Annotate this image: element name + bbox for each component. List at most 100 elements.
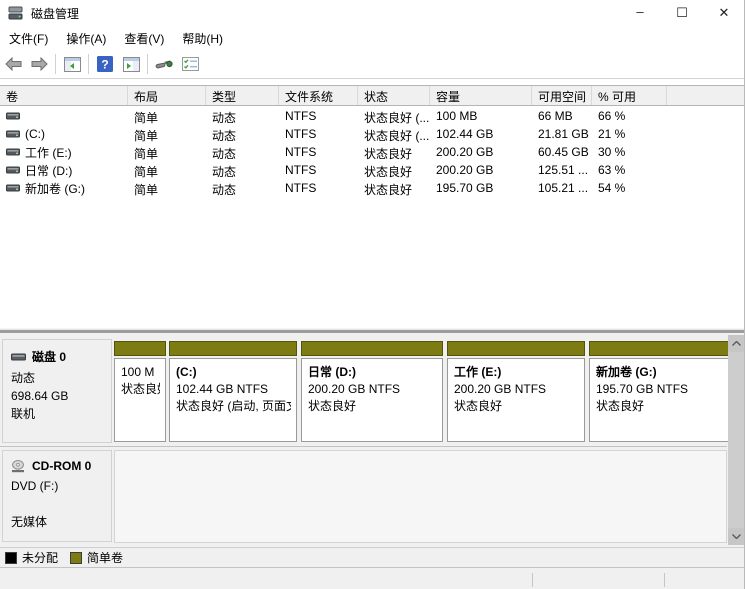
menu-view[interactable]: 查看(V) (115, 27, 173, 50)
volume-status: 状态良好 (358, 179, 430, 197)
column-header-volume[interactable]: 卷 (0, 86, 128, 105)
partition-color-bar (114, 341, 166, 356)
disk-0-row: 磁盘 0 动态 698.64 GB 联机 100 M 状态良好 (0, 337, 727, 447)
column-header-layout[interactable]: 布局 (128, 86, 206, 105)
close-button[interactable]: ✕ (703, 0, 745, 26)
partition-e[interactable]: 工作 (E:) 200.20 GB NTFS 状态良好 (447, 341, 585, 444)
partition-status: 状态良好 (308, 398, 437, 415)
volume-name: 新加卷 (G:) (25, 180, 85, 197)
disk-status: 联机 (11, 405, 111, 423)
status-bar (0, 568, 745, 589)
legend-bar: 未分配 简单卷 (0, 547, 745, 568)
volume-pctfree: 30 % (592, 143, 667, 161)
disk-management-window: 磁盘管理 – ☐ ✕ 文件(F) 操作(A) 查看(V) 帮助(H) (0, 0, 745, 589)
legend-item-unallocated: 未分配 (5, 549, 58, 566)
partition-c[interactable]: (C:) 102.44 GB NTFS 状态良好 (启动, 页面文 (169, 341, 297, 444)
menu-file[interactable]: 文件(F) (0, 27, 57, 50)
volume-status: 状态良好 (358, 161, 430, 179)
checklist-icon[interactable] (177, 52, 203, 76)
forward-icon[interactable] (26, 52, 52, 76)
partition-size: 100 M (121, 364, 160, 381)
volume-pctfree: 66 % (592, 107, 667, 125)
unallocated-swatch (5, 552, 17, 564)
volume-layout: 简单 (128, 125, 206, 143)
toolbar-separator (55, 54, 56, 74)
cdrom-media-status: 无媒体 (11, 513, 111, 531)
legend-label: 简单卷 (87, 549, 123, 566)
volume-freespace: 105.21 ... (532, 179, 592, 197)
volume-freespace: 66 MB (532, 107, 592, 125)
table-row[interactable]: 新加卷 (G:) 简单 动态 NTFS 状态良好 195.70 GB 105.2… (0, 179, 745, 197)
table-row[interactable]: 日常 (D:) 简单 动态 NTFS 状态良好 200.20 GB 125.51… (0, 161, 745, 179)
partition-d[interactable]: 日常 (D:) 200.20 GB NTFS 状态良好 (301, 341, 443, 444)
show-console-tree-icon[interactable] (59, 52, 85, 76)
column-header-capacity[interactable]: 容量 (430, 86, 532, 105)
column-header-type[interactable]: 类型 (206, 86, 279, 105)
volume-table-header: 卷 布局 类型 文件系统 状态 容量 可用空间 % 可用 (0, 85, 745, 106)
disk-type: 动态 (11, 369, 111, 387)
disk-tool-icon[interactable] (151, 52, 177, 76)
volume-type: 动态 (206, 107, 279, 125)
partition-size: 102.44 GB NTFS (176, 381, 291, 398)
volume-layout: 简单 (128, 161, 206, 179)
table-row[interactable]: 工作 (E:) 简单 动态 NTFS 状态良好 200.20 GB 60.45 … (0, 143, 745, 161)
volume-name: 日常 (D:) (25, 162, 72, 179)
legend-label: 未分配 (22, 549, 58, 566)
cdrom-drive: DVD (F:) (11, 477, 111, 495)
cdrom-name: CD-ROM 0 (32, 459, 91, 473)
volume-icon (6, 148, 20, 156)
column-header-filler (667, 86, 745, 105)
partition-name: 新加卷 (G:) (596, 364, 723, 381)
column-header-status[interactable]: 状态 (358, 86, 430, 105)
volume-icon (6, 184, 20, 192)
partition-status: 状态良好 (121, 381, 160, 398)
table-row[interactable]: (C:) 简单 动态 NTFS 状态良好 (... 102.44 GB 21.8… (0, 125, 745, 143)
scroll-up-icon[interactable] (728, 335, 745, 352)
volume-pctfree: 21 % (592, 125, 667, 143)
disk-0-label[interactable]: 磁盘 0 动态 698.64 GB 联机 (2, 339, 112, 443)
scroll-down-icon[interactable] (728, 528, 745, 545)
graphical-pane-scrollbar[interactable] (728, 335, 745, 545)
volume-type: 动态 (206, 125, 279, 143)
volume-status: 状态良好 (... (358, 107, 430, 125)
table-row[interactable]: 简单 动态 NTFS 状态良好 (... 100 MB 66 MB 66 % (0, 107, 745, 125)
volume-icon (6, 112, 20, 120)
show-action-pane-icon[interactable] (118, 52, 144, 76)
help-icon[interactable]: ? (92, 52, 118, 76)
cd-rom-icon (11, 460, 26, 473)
volume-filesystem: NTFS (279, 143, 358, 161)
cdrom-empty-area[interactable] (114, 450, 727, 543)
volume-layout: 简单 (128, 143, 206, 161)
volume-pctfree: 63 % (592, 161, 667, 179)
volume-status: 状态良好 (358, 143, 430, 161)
menu-help[interactable]: 帮助(H) (173, 27, 232, 50)
partition-color-bar (589, 341, 729, 356)
volume-list-pane: 卷 布局 类型 文件系统 状态 容量 可用空间 % 可用 简单 动态 NTFS … (0, 79, 745, 328)
disk-icon (11, 353, 26, 361)
column-header-pctfree[interactable]: % 可用 (592, 86, 667, 105)
disk-size: 698.64 GB (11, 387, 111, 405)
volume-type: 动态 (206, 179, 279, 197)
disk-name: 磁盘 0 (32, 348, 66, 365)
volume-freespace: 21.81 GB (532, 125, 592, 143)
volume-status: 状态良好 (... (358, 125, 430, 143)
volume-filesystem: NTFS (279, 161, 358, 179)
volume-layout: 简单 (128, 107, 206, 125)
partition-g[interactable]: 新加卷 (G:) 195.70 GB NTFS 状态良好 (589, 341, 729, 444)
menu-bar: 文件(F) 操作(A) 查看(V) 帮助(H) (0, 26, 745, 50)
volume-capacity: 200.20 GB (430, 143, 532, 161)
partition-color-bar (447, 341, 585, 356)
column-header-filesystem[interactable]: 文件系统 (279, 86, 358, 105)
column-header-freespace[interactable]: 可用空间 (532, 86, 592, 105)
volume-layout: 简单 (128, 179, 206, 197)
maximize-button[interactable]: ☐ (661, 0, 703, 26)
minimize-button[interactable]: – (619, 0, 661, 26)
partition-size: 200.20 GB NTFS (454, 381, 579, 398)
svg-text:?: ? (101, 58, 108, 72)
back-icon[interactable] (0, 52, 26, 76)
menu-action[interactable]: 操作(A) (57, 27, 115, 50)
partition-system-reserved[interactable]: 100 M 状态良好 (114, 341, 166, 444)
cdrom-0-label[interactable]: CD-ROM 0 DVD (F:) 无媒体 (2, 450, 112, 542)
partition-name: (C:) (176, 364, 291, 381)
disk-0-partitions: 100 M 状态良好 (C:) 102.44 GB NTFS 状态良好 (启动,… (114, 337, 727, 446)
